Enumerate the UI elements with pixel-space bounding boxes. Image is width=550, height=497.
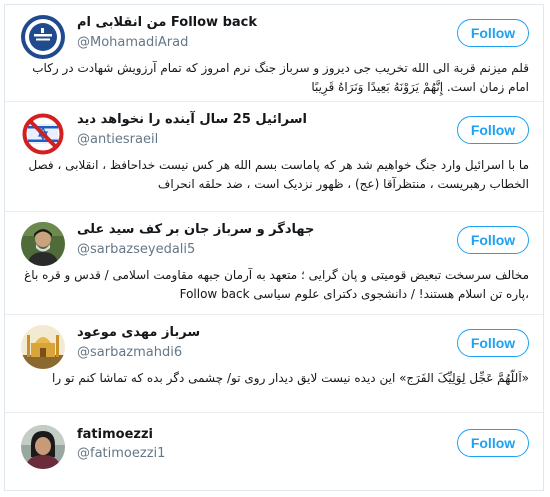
user-handle[interactable]: @sarbazmahdi6 xyxy=(77,345,182,360)
user-bio: ما با اسرائیل وارد جنگ خواهیم شد هر که پ… xyxy=(28,158,529,191)
user-handle[interactable]: @MohamadiArad xyxy=(77,35,188,50)
shrine-icon xyxy=(21,325,65,369)
user-handle[interactable]: @fatimoezzi1 xyxy=(77,446,165,461)
user-bio: قلم میزنم قربة الی الله تخریب جی دیروز و… xyxy=(32,61,529,94)
logo-badge-icon xyxy=(21,15,65,59)
user-display-name[interactable]: اسرائیل 25 سال آینده را نخواهد دید xyxy=(77,112,307,127)
portrait-icon xyxy=(21,425,65,469)
prohibited-flag-icon xyxy=(21,112,65,156)
user-handle[interactable]: @antiesraeil xyxy=(77,132,158,147)
user-display-name[interactable]: من انقلابی ام Follow back xyxy=(77,15,257,30)
user-display-name[interactable]: جهادگر و سرباز جان بر کف سید علی xyxy=(77,222,314,237)
avatar[interactable] xyxy=(21,325,65,369)
user-card[interactable]: جهادگر و سرباز جان بر کف سید علی @sarbaz… xyxy=(5,212,543,315)
user-bio: «اَللّهُمَّ عَجِّل لِوَلِیِّکَ الفَرَج» … xyxy=(52,371,529,385)
avatar[interactable] xyxy=(21,15,65,59)
follow-button[interactable]: Follow xyxy=(457,116,529,144)
avatar[interactable] xyxy=(21,112,65,156)
user-display-name[interactable]: fatimoezzi xyxy=(77,427,153,442)
avatar[interactable] xyxy=(21,425,65,469)
portrait-icon xyxy=(21,222,65,266)
user-card[interactable]: fatimoezzi @fatimoezzi1 Follow xyxy=(5,413,543,490)
user-handle[interactable]: @sarbazseyedali5 xyxy=(77,242,195,257)
follow-button[interactable]: Follow xyxy=(457,329,529,357)
user-card[interactable]: سرباز مهدی موعود @sarbazmahdi6 Follow «ا… xyxy=(5,315,543,413)
who-to-follow-list: من انقلابی ام Follow back @MohamadiArad … xyxy=(4,4,544,491)
follow-button[interactable]: Follow xyxy=(457,429,529,457)
follow-button[interactable]: Follow xyxy=(457,19,529,47)
user-card[interactable]: اسرائیل 25 سال آینده را نخواهد دید @anti… xyxy=(5,102,543,212)
avatar[interactable] xyxy=(21,222,65,266)
user-display-name[interactable]: سرباز مهدی موعود xyxy=(77,325,200,340)
user-card[interactable]: من انقلابی ام Follow back @MohamadiArad … xyxy=(5,5,543,102)
follow-button[interactable]: Follow xyxy=(457,226,529,254)
user-bio: مخالف سرسخت تبعیض قومیتی و پان گرایی ؛ م… xyxy=(24,268,529,301)
